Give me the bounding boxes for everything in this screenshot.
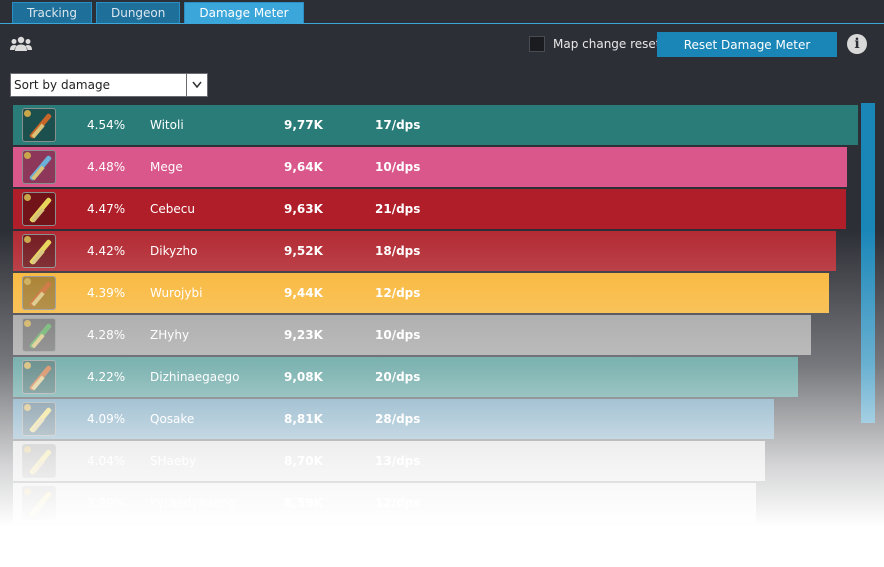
dps-value: 21/dps bbox=[375, 202, 421, 216]
chevron-down-icon[interactable] bbox=[186, 74, 207, 96]
damage-bar bbox=[13, 189, 846, 229]
damage-percent: 4.22% bbox=[87, 370, 126, 384]
damage-bar bbox=[13, 105, 858, 145]
damage-percent: 4.39% bbox=[87, 286, 126, 300]
map-change-reset-checkbox[interactable] bbox=[529, 36, 545, 52]
reset-damage-meter-button[interactable]: Reset Damage Meter bbox=[657, 32, 837, 57]
player-name: Dizhinaegaego bbox=[150, 370, 240, 384]
player-row[interactable]: 4.09% Qosake 8,81K 28/dps bbox=[13, 399, 863, 439]
player-row[interactable]: 4.54% Witoli 9,77K 17/dps bbox=[13, 105, 863, 145]
sort-select-value: Sort by damage bbox=[14, 78, 110, 92]
bow-icon bbox=[22, 150, 56, 184]
player-row[interactable]: 4.39% Wurojybi 9,44K 12/dps bbox=[13, 273, 863, 313]
dps-value: 13/dps bbox=[375, 454, 421, 468]
dps-value: 12/dps bbox=[375, 286, 421, 300]
player-name: ZHyhy bbox=[150, 328, 190, 342]
damage-value: 8,59K bbox=[284, 496, 323, 510]
damage-list: 4.54% Witoli 9,77K 17/dps 4.48% Mege 9,64K 10/d… bbox=[13, 105, 863, 525]
tab-dungeon[interactable]: Dungeon bbox=[95, 2, 181, 23]
damage-percent: 4.28% bbox=[87, 328, 126, 342]
damage-value: 8,70K bbox=[284, 454, 323, 468]
info-icon[interactable]: i bbox=[847, 34, 867, 54]
damage-percent: 4.48% bbox=[87, 160, 126, 174]
player-row[interactable]: 4.22% Dizhinaegaego 9,08K 20/dps bbox=[13, 357, 863, 397]
holy-staff-icon bbox=[22, 444, 56, 478]
player-name: Witoli bbox=[150, 118, 184, 132]
staff-icon bbox=[22, 108, 56, 142]
dps-value: 17/dps bbox=[375, 118, 421, 132]
tab-divider bbox=[0, 23, 884, 24]
damage-value: 9,63K bbox=[284, 202, 323, 216]
player-row[interactable]: 4.47% Cebecu 9,63K 21/dps bbox=[13, 189, 863, 229]
damage-value: 9,52K bbox=[284, 244, 323, 258]
damage-bar bbox=[13, 273, 829, 313]
player-row[interactable]: 4.04% SHaeby 8,70K 13/dps bbox=[13, 441, 863, 481]
staff-icon bbox=[22, 360, 56, 394]
dps-value: 10/dps bbox=[375, 160, 421, 174]
player-name: Mege bbox=[150, 160, 183, 174]
holy-staff-icon bbox=[22, 234, 56, 268]
player-name: Cebecu bbox=[150, 202, 195, 216]
map-change-reset-label: Map change reset bbox=[553, 37, 661, 51]
damage-value: 9,44K bbox=[284, 286, 323, 300]
sort-select[interactable]: Sort by damage bbox=[10, 73, 208, 97]
player-name: Kyraedynaeng bbox=[150, 496, 237, 510]
holy-staff-icon bbox=[22, 402, 56, 436]
player-name: Dikyzho bbox=[150, 244, 198, 258]
damage-percent: 4.09% bbox=[87, 412, 126, 426]
damage-percent: 4.42% bbox=[87, 244, 126, 258]
damage-bar bbox=[13, 147, 847, 187]
tab-damage-meter[interactable]: Damage Meter bbox=[184, 2, 304, 23]
group-icon[interactable] bbox=[10, 36, 32, 52]
tab-bar: Tracking Dungeon Damage Meter bbox=[12, 2, 304, 24]
dps-value: 20/dps bbox=[375, 370, 421, 384]
player-name: Wurojybi bbox=[150, 286, 203, 300]
player-row[interactable]: 4.28% ZHyhy 9,23K 10/dps bbox=[13, 315, 863, 355]
nature-staff-icon bbox=[22, 318, 56, 352]
dps-value: 10/dps bbox=[375, 328, 421, 342]
holy-staff-icon bbox=[22, 192, 56, 226]
holy-staff-icon bbox=[22, 486, 56, 520]
damage-value: 9,77K bbox=[284, 118, 323, 132]
player-row[interactable]: 4.42% Dikyzho 9,52K 18/dps bbox=[13, 231, 863, 271]
scrollbar[interactable] bbox=[861, 103, 875, 423]
player-name: SHaeby bbox=[150, 454, 197, 468]
damage-value: 8,81K bbox=[284, 412, 323, 426]
damage-percent: 3.99% bbox=[87, 496, 126, 510]
sword-icon bbox=[22, 276, 56, 310]
damage-value: 9,08K bbox=[284, 370, 323, 384]
player-row[interactable]: 4.48% Mege 9,64K 10/dps bbox=[13, 147, 863, 187]
damage-value: 9,64K bbox=[284, 160, 323, 174]
damage-value: 9,23K bbox=[284, 328, 323, 342]
player-row[interactable]: 3.99% Kyraedynaeng 8,59K 12/dps bbox=[13, 483, 863, 523]
damage-percent: 4.04% bbox=[87, 454, 126, 468]
damage-percent: 4.47% bbox=[87, 202, 126, 216]
dps-value: 28/dps bbox=[375, 412, 421, 426]
map-change-reset[interactable]: Map change reset bbox=[529, 36, 661, 52]
dps-value: 12/dps bbox=[375, 496, 421, 510]
dps-value: 18/dps bbox=[375, 244, 421, 258]
player-name: Qosake bbox=[150, 412, 195, 426]
tab-tracking[interactable]: Tracking bbox=[12, 2, 92, 23]
damage-percent: 4.54% bbox=[87, 118, 126, 132]
damage-bar bbox=[13, 231, 836, 271]
